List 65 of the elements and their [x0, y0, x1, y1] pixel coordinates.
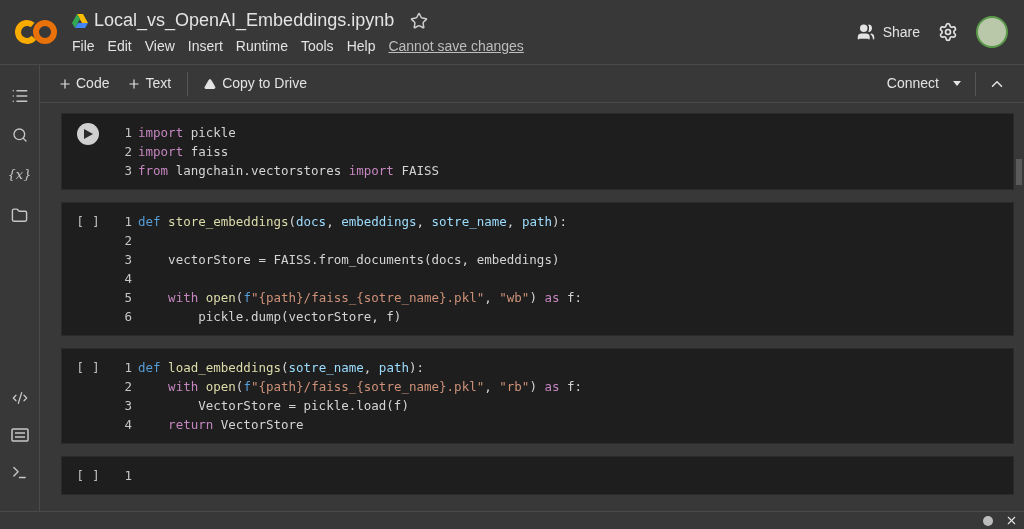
code-line: with open(f"{path}/faiss_{sotre_name}.pkl", "rb") as f: [167, 378, 583, 396]
code-line: from langchain.vectorstores import FAISS [138, 162, 440, 180]
plus-icon [127, 76, 142, 91]
line-number: 2 [123, 143, 132, 161]
menu-item[interactable]: View [144, 36, 175, 57]
run-status[interactable]: [ ] [76, 212, 100, 231]
menu-item[interactable]: Tools [300, 36, 334, 57]
plus-icon [58, 76, 72, 91]
variables-icon[interactable]: {x} [7, 165, 32, 185]
line-number: 2 [123, 232, 132, 250]
code-line: import pickle [138, 124, 236, 142]
play-icon [83, 129, 93, 139]
form-icon[interactable] [10, 428, 29, 442]
connect-button[interactable]: Connect [886, 73, 961, 94]
avatar[interactable] [976, 16, 1008, 48]
add-code-button[interactable]: Code [58, 73, 110, 94]
line-number: 2 [123, 378, 132, 396]
menu-item[interactable]: Edit [107, 36, 132, 57]
menu-item[interactable]: Runtime [235, 36, 288, 57]
logo-icon[interactable] [14, 18, 58, 46]
copy-to-drive-button[interactable]: Copy to Drive [204, 73, 307, 94]
menu-item[interactable]: Insert [187, 36, 223, 57]
line-number: 3 [123, 162, 132, 180]
run-button[interactable] [77, 123, 99, 145]
code-line: with open(f"{path}/faiss_{sotre_name}.pkl", "wb") as f: [167, 289, 583, 307]
line-number: 1 [123, 213, 132, 231]
add-text-button[interactable]: Text [127, 73, 172, 94]
line-number: 3 [123, 397, 132, 415]
code-cell[interactable]: [ ] 1 [61, 456, 1014, 495]
menu-item[interactable]: File [72, 36, 95, 57]
line-number: 1 [123, 467, 132, 485]
caret-icon [953, 81, 961, 86]
save-notice-link[interactable]: Cannot save changes [388, 36, 524, 57]
run-status[interactable]: [ ] [76, 358, 100, 377]
table-of-contents-icon[interactable] [10, 87, 29, 105]
code-cell[interactable]: [ ] 1 def load_embeddings(sotre_name, path): 2 with open(f"{path}/faiss_{sotre_name}.pkl", "rb") as f: 3 VectorStore = pickle.load(f) 4 return VectorStore [61, 348, 1014, 444]
code-line: VectorStore = pickle.load(f) [197, 397, 409, 415]
share-button[interactable]: Share [856, 21, 920, 43]
scrollbar-thumb[interactable] [1016, 159, 1022, 185]
folder-icon[interactable] [11, 206, 28, 224]
line-number: 6 [123, 308, 132, 326]
code-line: import faiss [138, 143, 229, 161]
search-icon[interactable] [11, 127, 28, 143]
line-number: 5 [123, 289, 132, 307]
code-line: def load_embeddings(sotre_name, path): [138, 359, 425, 377]
line-number: 4 [123, 416, 132, 434]
code-cell[interactable]: 1 import pickle 2 import faiss 3 from langchain.vectorstores import FAISS [61, 113, 1014, 190]
line-number: 1 [123, 124, 132, 142]
code-icon[interactable] [11, 390, 28, 406]
menu-item[interactable]: Help [346, 36, 376, 57]
run-status[interactable]: [ ] [76, 466, 100, 485]
people-icon [856, 23, 875, 41]
code-line: return VectorStore [167, 416, 304, 434]
line-number: 1 [123, 359, 132, 377]
star-icon[interactable] [410, 11, 429, 30]
line-number: 4 [123, 270, 132, 288]
code-line: def store_embeddings(docs, embeddings, sotre_name, path): [138, 213, 568, 231]
terminal-icon[interactable] [11, 464, 28, 481]
code-cell[interactable] [61, 202, 1014, 336]
settings-icon[interactable] [938, 22, 958, 42]
line-number: 3 [123, 251, 132, 269]
notebook-title[interactable]: Local_vs_OpenAI_Embeddings.ipynb [94, 7, 395, 34]
code-line: pickle.dump(vectorStore, f) [197, 308, 402, 326]
code-line: vectorStore = FAISS.from_documents(docs, embeddings) [167, 251, 560, 269]
close-icon[interactable] [1005, 514, 1018, 527]
